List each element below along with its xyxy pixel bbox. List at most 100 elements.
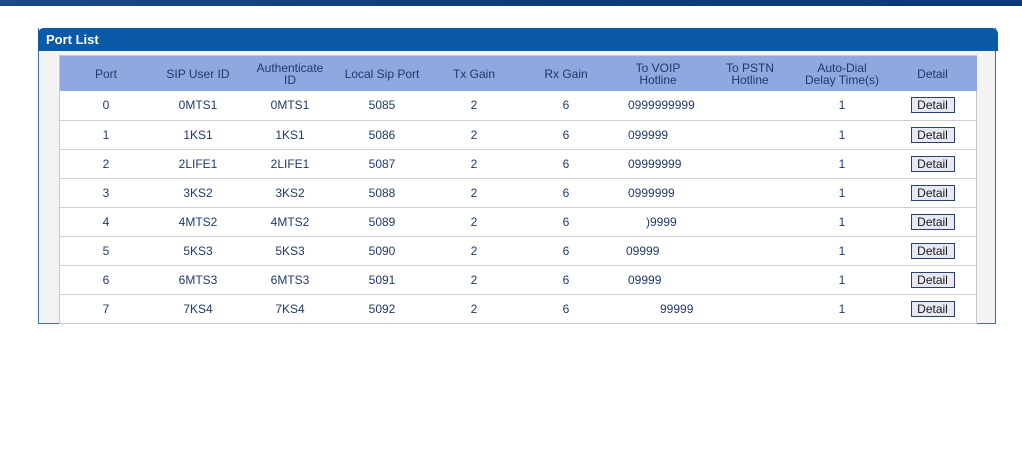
cell-voip-hotline: 099999 [612,120,704,150]
table-row: 6 6MTS3 6MTS3 5091 2 6 09999 1 Detail [60,265,977,295]
detail-button[interactable]: Detail [910,97,955,114]
cell-authenticate-id: 7KS4 [275,301,305,316]
port-table-container: Port SIP User ID Authenticate ID Local S… [59,55,977,324]
detail-button[interactable]: Detail [910,126,955,143]
cell-rx-gain: 6 [562,301,570,316]
col-header-detail: Detail [888,56,977,91]
table-row: 7 7KS4 7KS4 5092 2 6 99999 1 Detail [60,294,977,323]
detail-button[interactable]: Detail [910,271,955,288]
cell-local-sip-port: 5089 [336,207,428,237]
cell-delay-time: 1 [796,120,888,150]
cell-port: 7 [102,301,110,316]
cell-rx-gain: 6 [520,207,612,237]
cell-local-sip-port: 5086 [336,120,428,150]
cell-pstn-hotline [704,236,796,266]
col-header-to-voip-hotline-line2: Hotline [639,72,677,87]
cell-voip-hotline: )9999 [612,207,704,237]
cell-tx-gain: 2 [428,149,520,179]
table-row: 1 1KS1 1KS1 5086 2 6 099999 1 Detail [60,120,977,150]
cell-delay-time: 1 [796,178,888,208]
cell-tx-gain: 2 [428,91,520,121]
cell-local-sip-port: 5088 [336,178,428,208]
cell-rx-gain: 6 [520,178,612,208]
cell-detail: Detail [888,120,977,150]
cell-tx-gain: 2 [428,178,520,208]
cell-local-sip-port: 5087 [336,149,428,179]
cell-detail: Detail [888,294,977,323]
cell-port: 1 [60,120,152,150]
cell-sip-user-id: 4MTS2 [152,207,244,237]
cell-sip-user-id: 2LIFE1 [152,149,244,179]
cell-tx-gain: 2 [470,301,478,316]
port-table: Port SIP User ID Authenticate ID Local S… [60,56,977,323]
cell-voip-hotline: 0999999 [612,178,704,208]
cell-authenticate-id: 4MTS2 [244,207,336,237]
cell-port: 5 [60,236,152,266]
col-header-auto-dial-delay: Auto-Dial Delay Time(s) [796,56,888,91]
detail-button[interactable]: Detail [910,242,955,259]
cell-sip-user-id: 0MTS1 [152,91,244,121]
table-row: 4 4MTS2 4MTS2 5089 2 6 )9999 1 Detail [60,207,977,237]
cell-local-sip-port: 5091 [336,265,428,295]
cell-voip-hotline: 09999 [612,265,704,295]
cell-authenticate-id: 0MTS1 [244,91,336,121]
port-list-panel: Port List Port SIP User ID Authenticate … [38,28,998,324]
detail-button[interactable]: Detail [910,155,955,172]
cell-voip-hotline: 09999 [612,236,704,266]
cell-authenticate-id: 2LIFE1 [244,149,336,179]
cell-delay-time: 1 [838,301,846,316]
cell-authenticate-id: 5KS3 [244,236,336,266]
col-header-to-pstn-hotline-line2: Hotline [731,72,769,87]
cell-delay-time: 1 [796,207,888,237]
cell-port: 4 [60,207,152,237]
cell-local-sip-port: 5085 [336,91,428,121]
cell-sip-user-id: 5KS3 [152,236,244,266]
cell-delay-time: 1 [796,149,888,179]
col-header-auto-dial-line2: Delay Time(s) [804,72,879,87]
cell-port: 2 [60,149,152,179]
cell-detail: Detail [888,207,977,237]
cell-voip-hotline: 09999999 [612,149,704,179]
cell-detail: Detail [888,149,977,179]
cell-voip-hotline: 99999 [660,301,694,316]
cell-detail: Detail [888,91,977,121]
cell-voip-hotline: 0999999999 [612,91,704,121]
cell-port: 3 [60,178,152,208]
detail-button[interactable]: Detail [910,300,955,317]
cell-rx-gain: 6 [520,120,612,150]
cell-sip-user-id: 6MTS3 [152,265,244,295]
cell-port: 6 [60,265,152,295]
cell-port: 0 [60,91,152,121]
panel-title: Port List [46,32,99,47]
table-header-row: Port SIP User ID Authenticate ID Local S… [60,56,977,91]
cell-pstn-hotline [704,149,796,179]
cell-tx-gain: 2 [428,236,520,266]
col-header-to-pstn-hotline: To PSTN Hotline [704,56,796,91]
cell-delay-time: 1 [796,91,888,121]
cell-pstn-hotline [704,294,796,323]
detail-button[interactable]: Detail [910,184,955,201]
table-row: 2 2LIFE1 2LIFE1 5087 2 6 09999999 1 Deta… [60,149,977,179]
cell-sip-user-id: 1KS1 [152,120,244,150]
cell-tx-gain: 2 [428,265,520,295]
cell-tx-gain: 2 [428,207,520,237]
cell-detail: Detail [888,178,977,208]
cell-detail: Detail [888,265,977,295]
cell-tx-gain: 2 [428,120,520,150]
table-row: 3 3KS2 3KS2 5088 2 6 0999999 1 Detail [60,178,977,208]
cell-local-sip-port: 5092 [368,301,396,316]
cell-rx-gain: 6 [520,265,612,295]
cell-rx-gain: 6 [520,149,612,179]
cell-pstn-hotline [704,178,796,208]
table-row: 0 0MTS1 0MTS1 5085 2 6 0999999999 1 Deta… [60,91,977,121]
cell-local-sip-port: 5090 [336,236,428,266]
cell-detail: Detail [888,236,977,266]
panel-header: Port List [38,28,998,51]
cell-pstn-hotline [704,91,796,121]
cell-authenticate-id: 1KS1 [244,120,336,150]
cell-sip-user-id: 3KS2 [152,178,244,208]
col-header-rx-gain: Rx Gain [520,56,612,91]
cell-rx-gain: 6 [520,236,612,266]
cell-authenticate-id: 3KS2 [244,178,336,208]
detail-button[interactable]: Detail [910,213,955,230]
